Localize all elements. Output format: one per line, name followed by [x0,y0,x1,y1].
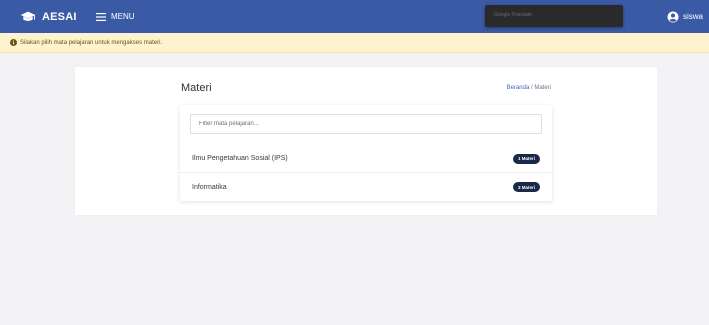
breadcrumb-home-link[interactable]: Beranda [507,85,530,91]
hamburger-icon [96,12,106,21]
breadcrumb: Beranda / Materi [507,85,551,91]
subject-name: Ilmu Pengetahuan Sosial (IPS) [192,155,288,162]
graduation-cap-icon [20,11,36,21]
materi-count-badge: 1 Materi [512,153,540,164]
menu-button[interactable]: MENU [96,0,135,33]
info-alert: Silakan pilih mata pelajaran untuk menga… [0,33,709,53]
info-circle-icon [10,39,17,46]
menu-label: MENU [111,12,135,21]
list-item[interactable]: Ilmu Pengetahuan Sosial (IPS) 1 Materi [180,145,552,173]
materi-count-badge: 3 Materi [512,182,540,192]
user-name: siswa [682,12,703,21]
page-title: Materi [181,82,212,94]
list-item[interactable]: Informatika 3 Materi [180,173,552,201]
subject-filter-input[interactable] [190,114,542,134]
user-circle-icon [667,11,679,22]
tooltip-text: Google Translate [494,12,533,18]
alert-message: Silakan pilih mata pelajaran untuk menga… [20,39,163,46]
top-navbar: AESAI MENU Google Translate siswa [0,0,709,33]
translate-tooltip: Google Translate [485,5,623,27]
user-menu[interactable]: siswa [667,0,703,33]
subject-name: Informatika [192,183,227,191]
breadcrumb-current: Materi [534,85,551,91]
content-card: Materi Beranda / Materi Ilmu Pengetahuan… [75,67,657,215]
brand-logo[interactable]: AESAI [20,0,77,33]
brand-name: AESAI [42,10,77,23]
subject-list-panel: Ilmu Pengetahuan Sosial (IPS) 1 Materi I… [180,105,552,201]
